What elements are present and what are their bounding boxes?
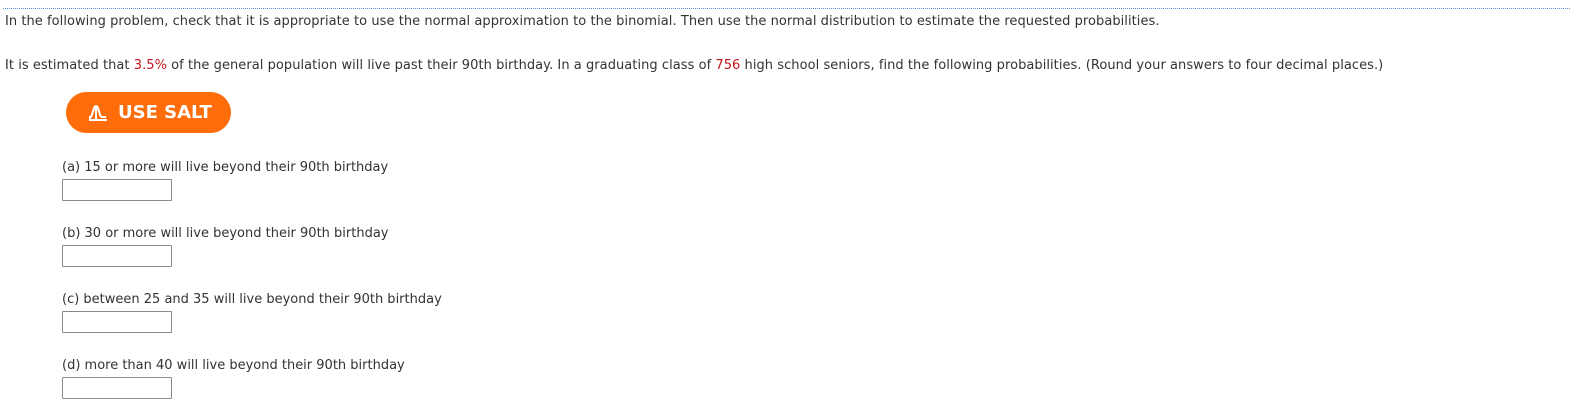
top-dotted-border (3, 8, 1570, 9)
problem-statement: It is estimated that 3.5% of the general… (5, 58, 1383, 73)
problem-suffix: high school seniors, find the following … (740, 58, 1384, 73)
answer-d-input[interactable] (62, 377, 172, 399)
answer-c-input[interactable] (62, 311, 172, 333)
use-salt-label: USE SALT (118, 102, 212, 123)
question-b-label: (b) 30 or more will live beyond their 90… (62, 226, 389, 241)
problem-middle: of the general population will live past… (167, 58, 716, 73)
percent-value: 3.5% (133, 58, 167, 73)
question-a-label: (a) 15 or more will live beyond their 90… (62, 160, 389, 175)
answer-b-input[interactable] (62, 245, 172, 267)
instructions-text: In the following problem, check that it … (5, 14, 1160, 29)
problem-prefix: It is estimated that (5, 58, 134, 73)
class-size-value: 756 (715, 58, 741, 73)
question-c-label: (c) between 25 and 35 will live beyond t… (62, 292, 442, 307)
question-d-label: (d) more than 40 will live beyond their … (62, 358, 405, 373)
bell-curve-icon (87, 103, 109, 123)
use-salt-button[interactable]: USE SALT (66, 92, 231, 133)
answer-a-input[interactable] (62, 179, 172, 201)
